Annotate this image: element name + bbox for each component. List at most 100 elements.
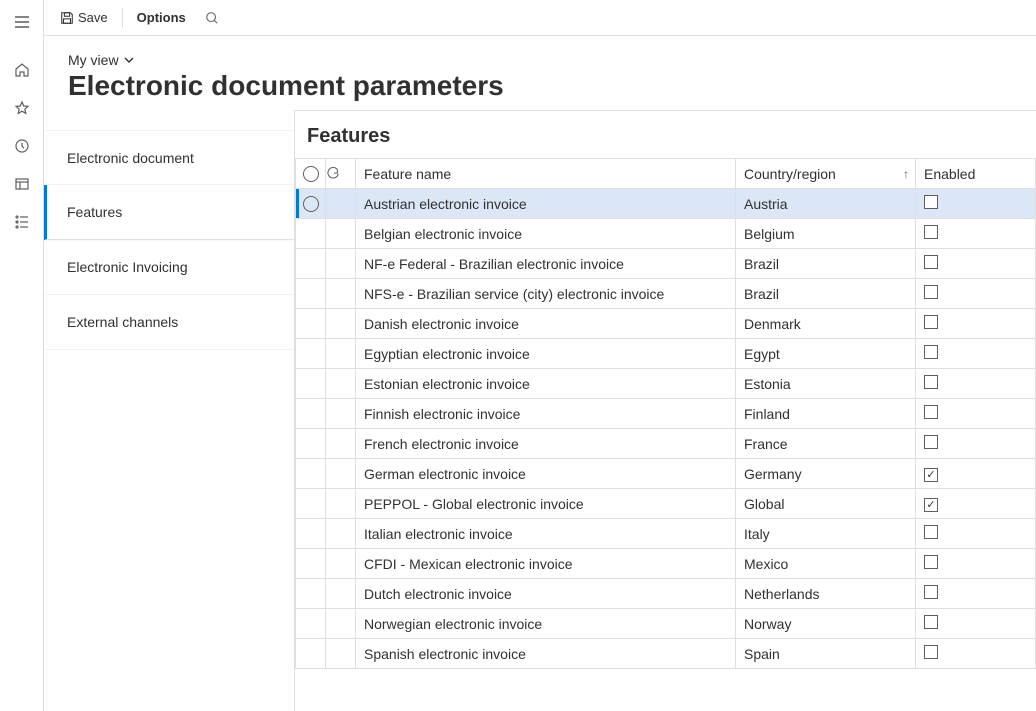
save-button[interactable]: Save: [52, 4, 116, 32]
table-row[interactable]: NF-e Federal - Brazilian electronic invo…: [296, 249, 1036, 279]
cell-feature-name[interactable]: Norwegian electronic invoice: [356, 609, 736, 639]
enabled-checkbox[interactable]: [924, 498, 938, 512]
favorites-icon[interactable]: [0, 90, 44, 126]
cell-country[interactable]: Belgium: [736, 219, 916, 249]
row-selector[interactable]: [296, 609, 326, 639]
enabled-checkbox[interactable]: [924, 225, 938, 239]
cell-feature-name[interactable]: French electronic invoice: [356, 429, 736, 459]
cell-country[interactable]: Norway: [736, 609, 916, 639]
options-button[interactable]: Options: [129, 4, 194, 32]
cell-enabled[interactable]: [916, 459, 1036, 489]
tab-external-channels[interactable]: External channels: [44, 295, 294, 350]
table-row[interactable]: Belgian electronic invoiceBelgium: [296, 219, 1036, 249]
table-row[interactable]: Norwegian electronic invoiceNorway: [296, 609, 1036, 639]
enabled-checkbox[interactable]: [924, 375, 938, 389]
tab-electronic-invoicing[interactable]: Electronic Invoicing: [44, 240, 294, 295]
row-selector[interactable]: [296, 309, 326, 339]
row-selector[interactable]: [296, 489, 326, 519]
cell-country[interactable]: Denmark: [736, 309, 916, 339]
enabled-checkbox[interactable]: [924, 645, 938, 659]
table-row[interactable]: NFS-e - Brazilian service (city) electro…: [296, 279, 1036, 309]
table-row[interactable]: PEPPOL - Global electronic invoiceGlobal: [296, 489, 1036, 519]
cell-enabled[interactable]: [916, 369, 1036, 399]
search-button[interactable]: [196, 4, 228, 32]
row-selector[interactable]: [296, 279, 326, 309]
column-enabled[interactable]: Enabled: [916, 159, 1036, 189]
enabled-checkbox[interactable]: [924, 195, 938, 209]
modules-icon[interactable]: [0, 204, 44, 240]
cell-feature-name[interactable]: NFS-e - Brazilian service (city) electro…: [356, 279, 736, 309]
recent-icon[interactable]: [0, 128, 44, 164]
cell-country[interactable]: Netherlands: [736, 579, 916, 609]
cell-country[interactable]: Austria: [736, 189, 916, 219]
cell-country[interactable]: France: [736, 429, 916, 459]
table-row[interactable]: Austrian electronic invoiceAustria: [296, 189, 1036, 219]
cell-enabled[interactable]: [916, 549, 1036, 579]
cell-country[interactable]: Germany: [736, 459, 916, 489]
cell-enabled[interactable]: [916, 489, 1036, 519]
cell-feature-name[interactable]: Belgian electronic invoice: [356, 219, 736, 249]
cell-country[interactable]: Brazil: [736, 279, 916, 309]
cell-feature-name[interactable]: NF-e Federal - Brazilian electronic invo…: [356, 249, 736, 279]
cell-enabled[interactable]: [916, 579, 1036, 609]
cell-feature-name[interactable]: Danish electronic invoice: [356, 309, 736, 339]
cell-enabled[interactable]: [916, 339, 1036, 369]
cell-enabled[interactable]: [916, 519, 1036, 549]
row-selector[interactable]: [296, 249, 326, 279]
cell-country[interactable]: Italy: [736, 519, 916, 549]
enabled-checkbox[interactable]: [924, 615, 938, 629]
cell-enabled[interactable]: [916, 429, 1036, 459]
enabled-checkbox[interactable]: [924, 315, 938, 329]
cell-country[interactable]: Spain: [736, 639, 916, 669]
table-row[interactable]: Finnish electronic invoiceFinland: [296, 399, 1036, 429]
table-row[interactable]: Italian electronic invoiceItaly: [296, 519, 1036, 549]
row-selector[interactable]: [296, 189, 326, 219]
cell-feature-name[interactable]: Austrian electronic invoice: [356, 189, 736, 219]
cell-feature-name[interactable]: Dutch electronic invoice: [356, 579, 736, 609]
table-row[interactable]: German electronic invoiceGermany: [296, 459, 1036, 489]
enabled-checkbox[interactable]: [924, 525, 938, 539]
table-row[interactable]: CFDI - Mexican electronic invoiceMexico: [296, 549, 1036, 579]
tab-features[interactable]: Features: [44, 185, 294, 240]
table-row[interactable]: Spanish electronic invoiceSpain: [296, 639, 1036, 669]
cell-country[interactable]: Brazil: [736, 249, 916, 279]
row-selector[interactable]: [296, 399, 326, 429]
workspaces-icon[interactable]: [0, 166, 44, 202]
cell-feature-name[interactable]: German electronic invoice: [356, 459, 736, 489]
cell-feature-name[interactable]: Finnish electronic invoice: [356, 399, 736, 429]
enabled-checkbox[interactable]: [924, 285, 938, 299]
home-icon[interactable]: [0, 52, 44, 88]
row-selector[interactable]: [296, 519, 326, 549]
enabled-checkbox[interactable]: [924, 405, 938, 419]
cell-feature-name[interactable]: CFDI - Mexican electronic invoice: [356, 549, 736, 579]
table-row[interactable]: Estonian electronic invoiceEstonia: [296, 369, 1036, 399]
cell-country[interactable]: Estonia: [736, 369, 916, 399]
row-selector[interactable]: [296, 639, 326, 669]
row-selector[interactable]: [296, 339, 326, 369]
table-row[interactable]: French electronic invoiceFrance: [296, 429, 1036, 459]
cell-country[interactable]: Mexico: [736, 549, 916, 579]
cell-enabled[interactable]: [916, 309, 1036, 339]
column-feature-name[interactable]: Feature name: [356, 159, 736, 189]
select-all-header[interactable]: [296, 159, 326, 189]
cell-feature-name[interactable]: Spanish electronic invoice: [356, 639, 736, 669]
enabled-checkbox[interactable]: [924, 555, 938, 569]
row-selector[interactable]: [296, 579, 326, 609]
row-selector[interactable]: [296, 219, 326, 249]
cell-country[interactable]: Egypt: [736, 339, 916, 369]
cell-feature-name[interactable]: Italian electronic invoice: [356, 519, 736, 549]
cell-enabled[interactable]: [916, 279, 1036, 309]
cell-country[interactable]: Global: [736, 489, 916, 519]
table-row[interactable]: Danish electronic invoiceDenmark: [296, 309, 1036, 339]
cell-feature-name[interactable]: Egyptian electronic invoice: [356, 339, 736, 369]
cell-enabled[interactable]: [916, 189, 1036, 219]
cell-enabled[interactable]: [916, 639, 1036, 669]
cell-enabled[interactable]: [916, 249, 1036, 279]
row-selector[interactable]: [296, 549, 326, 579]
cell-country[interactable]: Finland: [736, 399, 916, 429]
cell-feature-name[interactable]: Estonian electronic invoice: [356, 369, 736, 399]
cell-enabled[interactable]: [916, 399, 1036, 429]
enabled-checkbox[interactable]: [924, 585, 938, 599]
refresh-header[interactable]: [326, 159, 356, 189]
column-country[interactable]: Country/region ↑: [736, 159, 916, 189]
